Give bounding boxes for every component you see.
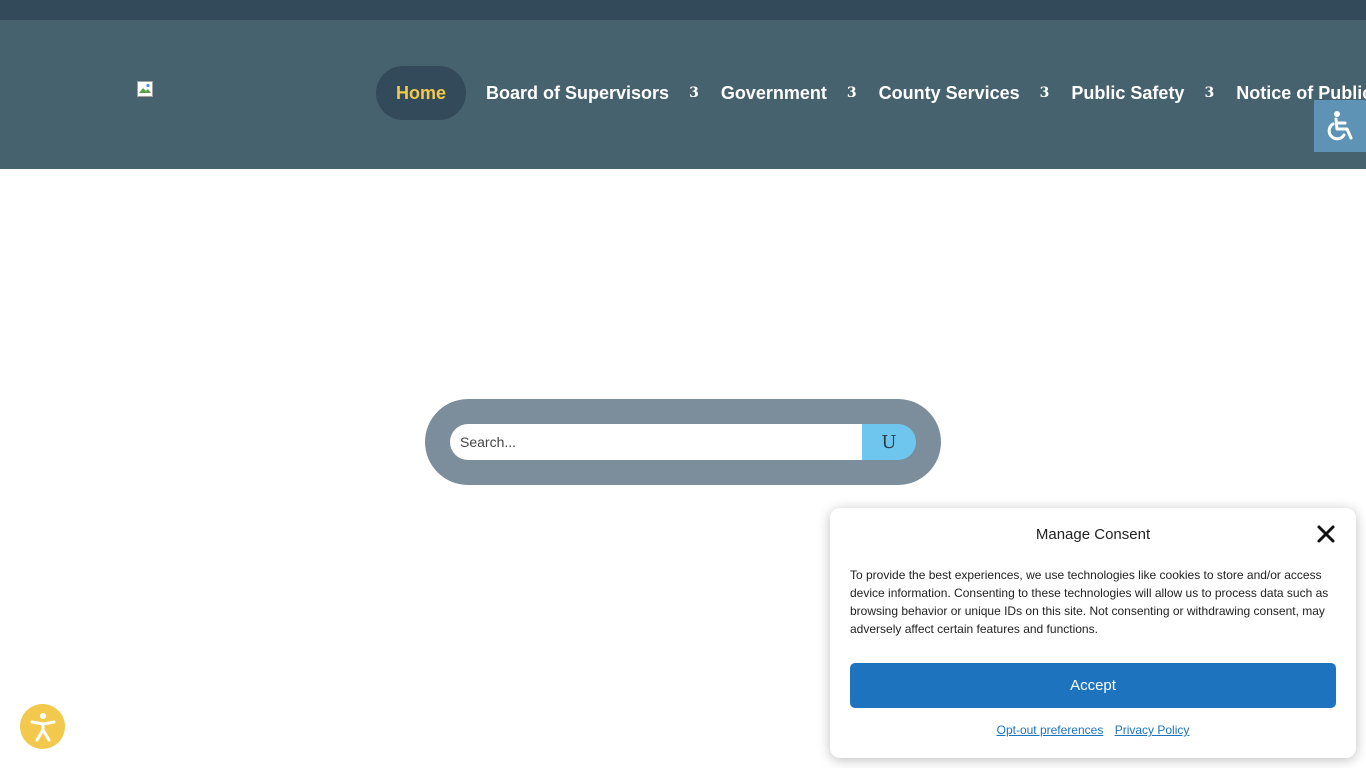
nav-item-label: Public Safety	[1071, 82, 1185, 103]
wheelchair-icon	[1327, 111, 1353, 141]
nav-item-board-of-supervisors[interactable]: Board of Supervisors 3	[486, 83, 721, 104]
consent-title: Manage Consent	[1035, 526, 1151, 543]
search-form: U	[425, 399, 941, 485]
site-header: Home Board of Supervisors 3 Government 3…	[0, 20, 1366, 169]
site-logo[interactable]	[137, 81, 153, 97]
main-nav: Home Board of Supervisors 3 Government 3…	[376, 66, 1366, 120]
accessibility-widget-button[interactable]	[20, 704, 65, 749]
privacy-policy-link[interactable]: Privacy Policy	[1115, 723, 1190, 737]
chevron-down-icon: 3	[689, 85, 699, 101]
chevron-down-icon: 3	[1204, 85, 1215, 101]
search-input[interactable]	[450, 424, 863, 460]
nav-item-home[interactable]: Home	[376, 66, 467, 120]
accessibility-person-icon	[30, 712, 55, 741]
nav-item-label: Board of Supervisors	[486, 82, 670, 103]
top-strip	[0, 0, 1366, 20]
search-button[interactable]: U	[862, 424, 916, 460]
accessibility-toolbar-toggle[interactable]	[1314, 100, 1366, 152]
nav-item-government[interactable]: Government 3	[721, 83, 879, 104]
chevron-down-icon: 3	[1039, 85, 1050, 101]
nav-item-public-safety[interactable]: Public Safety 3	[1071, 83, 1236, 104]
opt-out-preferences-link[interactable]: Opt-out preferences	[997, 723, 1104, 737]
chevron-down-icon: 3	[846, 85, 857, 101]
consent-text: To provide the best experiences, we use …	[850, 568, 1329, 636]
consent-dialog: Manage Consent To provide the best exper…	[830, 508, 1356, 758]
accept-button[interactable]: Accept	[850, 663, 1336, 708]
nav-item-county-services[interactable]: County Services 3	[879, 83, 1072, 104]
nav-item-label: Government	[720, 82, 827, 103]
close-icon	[1317, 525, 1335, 543]
close-button[interactable]	[1316, 524, 1336, 544]
broken-image-icon	[137, 81, 153, 97]
consent-links: Opt-out preferences Privacy Policy	[830, 723, 1356, 737]
nav-item-label: County Services	[878, 82, 1020, 103]
